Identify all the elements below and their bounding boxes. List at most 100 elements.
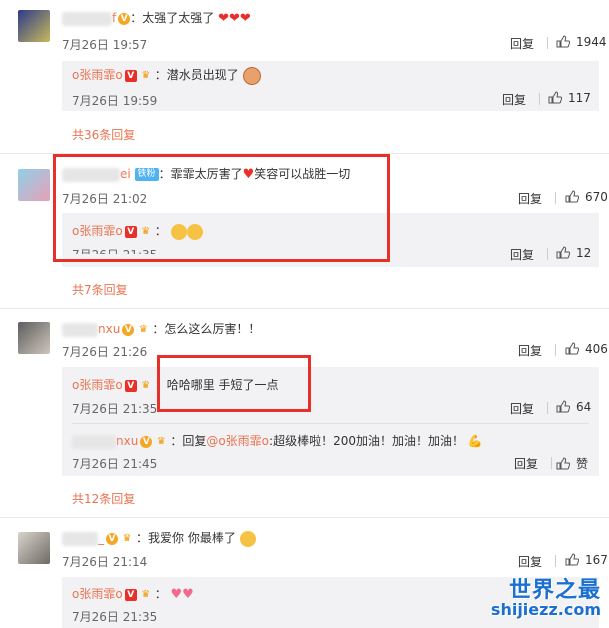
flex-emoji-icon: 💪	[467, 434, 483, 448]
blurred-username	[62, 531, 98, 546]
divider	[555, 192, 556, 204]
thumb-up-icon	[556, 246, 570, 259]
thumb-up-icon	[565, 553, 579, 566]
like-count: 1944	[576, 35, 607, 49]
kiss-emoji-icon	[239, 530, 256, 547]
diver-emoji-icon	[242, 66, 261, 85]
reply-prefix: 回复	[182, 434, 207, 448]
reply-button[interactable]: 回复	[518, 553, 542, 570]
reply-time: 7月26日 21:35	[72, 610, 158, 624]
like-count: 167	[585, 553, 608, 567]
like-count: 406	[585, 342, 608, 356]
like-button[interactable]: 167	[565, 553, 608, 567]
crown-icon: ♛	[138, 323, 148, 335]
reply-button[interactable]: 回复	[514, 455, 538, 472]
reply-username[interactable]: nxu	[116, 434, 138, 448]
like-button[interactable]: 670	[565, 190, 608, 204]
reply-time: 7月26日 19:59	[72, 94, 158, 108]
blurred-username	[62, 322, 98, 337]
divider	[547, 402, 548, 414]
comment-header: _ V ♛ ：我爱你 你最棒了	[62, 529, 256, 547]
username[interactable]: _	[98, 531, 104, 545]
reply-button[interactable]: 回复	[502, 91, 526, 108]
like-button[interactable]: 406	[565, 342, 608, 356]
blurred-username	[62, 11, 112, 26]
reply-username[interactable]: o张雨霏o	[72, 587, 123, 601]
comment-time: 7月26日 19:57	[62, 38, 148, 52]
divider	[555, 344, 556, 356]
verified-icon: V	[122, 323, 135, 336]
divider	[547, 37, 548, 49]
reply-button[interactable]: 回复	[510, 400, 534, 417]
thumb-up-icon	[565, 190, 579, 203]
divider	[551, 457, 552, 469]
highlight-box	[53, 154, 390, 262]
heart-emoji-icon: ♥♥	[170, 587, 194, 602]
verified-icon: V	[124, 588, 137, 601]
avatar[interactable]	[18, 10, 50, 42]
username[interactable]: nxu	[98, 322, 120, 336]
comment-time: 7月26日 21:14	[62, 555, 148, 569]
like-button[interactable]: 赞	[556, 455, 588, 472]
more-replies-link[interactable]: 共7条回复	[72, 281, 128, 298]
like-count: 12	[576, 246, 592, 260]
comment-header: nxu V ♛ ：怎么这么厉害！！	[62, 320, 260, 337]
username[interactable]: f	[112, 11, 116, 25]
like-count: 64	[576, 400, 592, 414]
divider	[0, 308, 609, 309]
verified-icon: V	[140, 435, 153, 448]
like-button[interactable]: 64	[556, 400, 591, 414]
like-count: 赞	[576, 457, 589, 471]
comment-text: 太强了太强了	[142, 11, 215, 25]
reply-username[interactable]: o张雨霏o	[72, 378, 123, 392]
more-replies-link[interactable]: 共12条回复	[72, 490, 135, 507]
like-button[interactable]: 12	[556, 246, 591, 260]
crown-icon: ♛	[122, 532, 132, 544]
mention-link[interactable]: @o张雨霏o	[206, 434, 269, 448]
crown-icon: ♛	[141, 69, 151, 81]
reply-text: 潜水员出现了	[166, 68, 239, 82]
reply-button[interactable]: 回复	[518, 342, 542, 359]
reply-button[interactable]: 回复	[518, 190, 542, 207]
divider	[547, 248, 548, 260]
divider	[539, 93, 540, 105]
verified-icon: V	[124, 69, 137, 82]
divider	[0, 517, 609, 518]
like-button[interactable]: 1944	[556, 35, 607, 49]
like-count: 117	[568, 91, 591, 105]
avatar[interactable]	[18, 322, 50, 354]
reply-button[interactable]: 回复	[510, 246, 534, 263]
comment-text: 怎么这么厉害！！	[164, 322, 261, 336]
thumb-up-icon	[548, 91, 562, 104]
thumb-up-icon	[556, 35, 570, 48]
more-replies-link[interactable]: 共36条回复	[72, 126, 135, 143]
avatar[interactable]	[18, 532, 50, 564]
like-count: 670	[585, 190, 608, 204]
crown-icon: ♛	[141, 379, 151, 391]
verified-icon: V	[124, 379, 137, 392]
reply-button[interactable]: 回复	[510, 35, 534, 52]
verified-icon: V	[118, 12, 131, 25]
highlight-box	[157, 355, 311, 412]
reply-header: o张雨霏o V ♛ ：潜水员出现了	[72, 66, 261, 85]
verified-icon: V	[106, 532, 118, 545]
reply-time: 7月26日 21:45	[72, 457, 158, 471]
watermark-url: shijiezz.com	[490, 600, 601, 619]
avatar[interactable]	[18, 169, 50, 201]
reply-header: o张雨霏o V ♛： ♥♥	[72, 587, 194, 602]
thumb-up-icon	[556, 400, 570, 413]
divider	[555, 555, 556, 567]
reply-time: 7月26日 21:35	[72, 402, 158, 416]
comment-time: 7月26日 21:26	[62, 345, 148, 359]
reply-header: nxu V ♛ ：回复@o张雨霏o:超级棒啦！200加油！加油！加油！ 💪	[72, 432, 483, 449]
blurred-username	[72, 434, 116, 449]
reply-text: :超级棒啦！200加油！加油！加油！	[269, 434, 464, 448]
comment-text: 我爱你 你最棒了	[148, 531, 236, 545]
like-button[interactable]: 117	[548, 91, 591, 105]
divider	[72, 423, 589, 424]
crown-icon: ♛	[141, 588, 151, 600]
heart-emoji-icon: ❤❤❤	[218, 11, 251, 26]
reply-username[interactable]: o张雨霏o	[72, 68, 123, 82]
comment-header: f V ：太强了太强了 ❤❤❤	[62, 9, 251, 26]
thumb-up-icon	[565, 342, 579, 355]
